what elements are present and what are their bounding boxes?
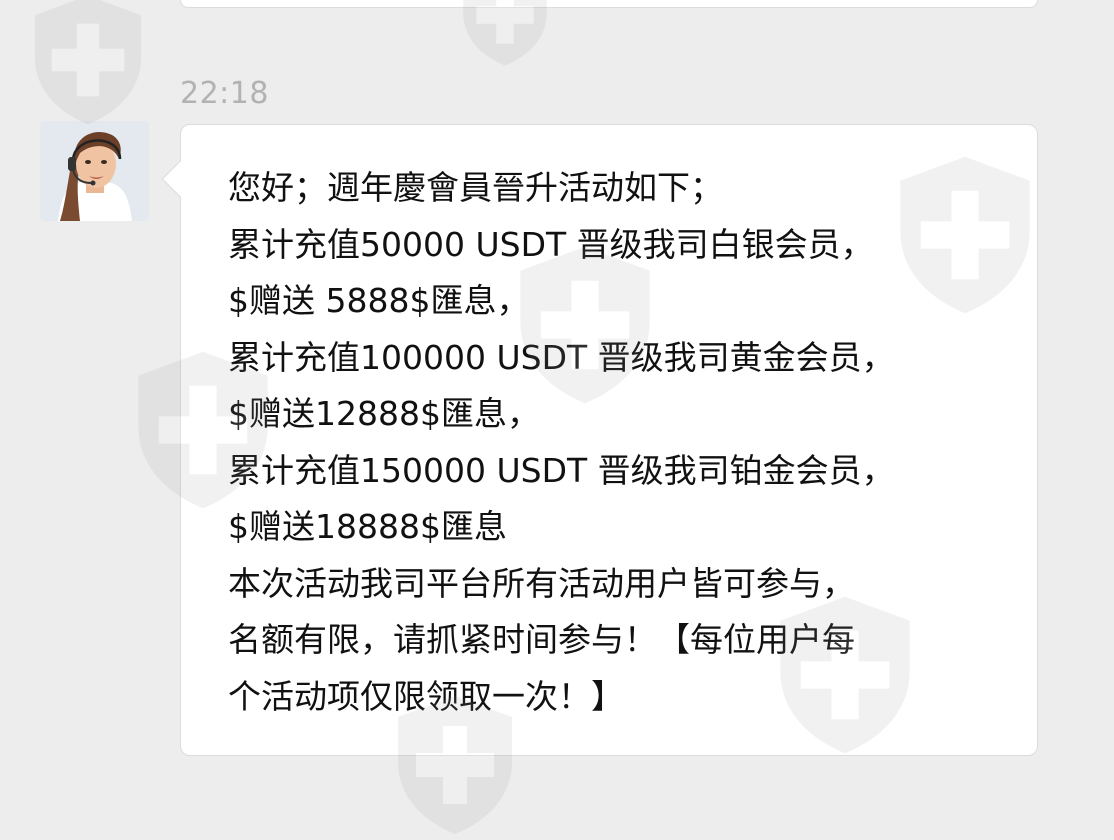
message-line: 您好；週年慶會員晉升活动如下； — [228, 168, 723, 207]
message-text: 您好；週年慶會員晉升活动如下； 累计充值50000 USDT 晋级我司白银会员，… — [228, 160, 1008, 725]
shield-plus-icon — [34, 0, 142, 125]
shield-plus-icon — [463, 0, 547, 66]
message-line: $赠送18888$匯息 — [228, 507, 507, 546]
previous-message-bubble — [180, 0, 1038, 8]
message-line: 累计充值50000 USDT 晋级我司白银会员， — [228, 224, 874, 264]
message-line: 个活动项仅限领取一次！】 — [228, 676, 624, 716]
message-line: $赠送 5888$匯息， — [228, 281, 530, 320]
customer-service-avatar-icon — [40, 121, 149, 221]
message-timestamp: 22:18 — [180, 76, 269, 111]
message-line: 本次活动我司平台所有活动用户皆可参与， — [228, 563, 855, 603]
message-line: 累计充值150000 USDT 晋级我司铂金会员， — [228, 450, 895, 490]
message-line: 累计充值100000 USDT 晋级我司黄金会员， — [228, 337, 895, 377]
avatar[interactable] — [40, 121, 149, 221]
message-line: 名额有限，请抓紧时间参与！【每位用户每 — [228, 620, 855, 659]
message-line: $赠送12888$匯息， — [228, 394, 540, 433]
